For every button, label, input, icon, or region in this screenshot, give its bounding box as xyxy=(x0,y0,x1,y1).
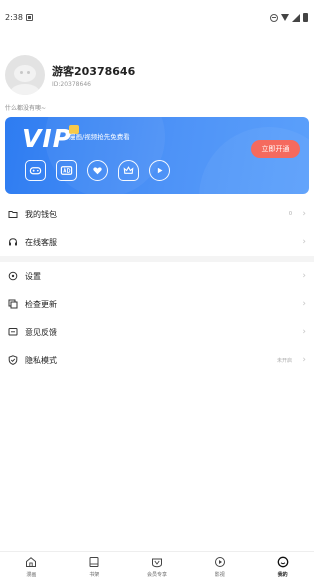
menu-item-support[interactable]: 在线客服 › xyxy=(0,228,314,256)
tab-vip-exclusive[interactable]: 会员专享 xyxy=(126,552,189,583)
settings-label: 设置 xyxy=(25,271,41,281)
battery-icon xyxy=(303,13,308,22)
chevron-right-icon: › xyxy=(302,271,306,281)
wallet-label: 我的钱包 xyxy=(25,209,57,219)
vip-open-button[interactable]: 立即开通 xyxy=(251,140,300,158)
notification-icon xyxy=(26,14,33,21)
menu-item-feedback[interactable]: 意见反馈 › xyxy=(0,318,314,346)
vip-description: 漫画/视频抢先免费看 xyxy=(69,133,130,141)
menu-group-settings: 设置 › 检查更新 › 意见反馈 › 隐私模式 未开启 › xyxy=(0,262,314,374)
privacy-mode-status: 未开启 xyxy=(276,357,292,364)
profile-icon xyxy=(277,556,289,568)
tab-comics[interactable]: 漫画 xyxy=(0,552,63,583)
privacy-mode-label: 隐私模式 xyxy=(25,355,57,365)
headset-icon xyxy=(8,237,18,247)
video-icon xyxy=(214,556,226,568)
chevron-right-icon: › xyxy=(302,209,306,219)
user-signature: 什么都没有噢~ xyxy=(5,105,47,112)
heart-icon xyxy=(87,160,108,181)
chevron-right-icon: › xyxy=(302,237,306,247)
do-not-disturb-icon xyxy=(270,13,278,22)
tab-label: 我的 xyxy=(277,572,288,578)
feedback-label: 意见反馈 xyxy=(25,327,57,337)
profile-header[interactable]: 游客20378646 ID:20378646 xyxy=(5,55,309,95)
crown-icon xyxy=(118,160,139,181)
ad-free-icon xyxy=(56,160,77,181)
tab-label: 书架 xyxy=(89,572,100,578)
gamepad-icon xyxy=(25,160,46,181)
wallet-icon xyxy=(8,209,18,219)
status-time: 2:38 xyxy=(5,13,23,22)
wifi-icon xyxy=(281,14,289,21)
support-label: 在线客服 xyxy=(25,237,57,247)
chevron-right-icon: › xyxy=(302,327,306,337)
signal-icon xyxy=(292,13,300,22)
menu-group-account: 我的钱包 0 › 在线客服 › xyxy=(0,200,314,256)
settings-icon xyxy=(8,271,18,281)
vip-logo: VIP xyxy=(22,124,72,153)
play-icon xyxy=(149,160,170,181)
tab-label: 会员专享 xyxy=(146,572,167,578)
tab-video[interactable]: 影视 xyxy=(188,552,251,583)
menu-item-settings[interactable]: 设置 › xyxy=(0,262,314,290)
menu-item-wallet[interactable]: 我的钱包 0 › xyxy=(0,200,314,228)
menu-item-check-update[interactable]: 检查更新 › xyxy=(0,290,314,318)
chevron-right-icon: › xyxy=(302,299,306,309)
wallet-balance: 0 xyxy=(288,211,292,217)
check-update-label: 检查更新 xyxy=(25,299,57,309)
update-icon xyxy=(8,299,18,309)
vip-benefits xyxy=(25,160,170,181)
user-nickname: 游客20378646 xyxy=(52,65,136,78)
tab-label: 影视 xyxy=(214,572,225,578)
tab-label: 漫画 xyxy=(26,572,37,578)
bottom-tab-bar: 漫画 书架 会员专享 影视 我的 xyxy=(0,551,314,583)
shield-icon xyxy=(8,355,18,365)
home-icon xyxy=(25,556,37,568)
chevron-right-icon: › xyxy=(302,355,306,365)
user-id: ID:20378646 xyxy=(52,81,91,88)
book-icon xyxy=(88,556,100,568)
status-icons xyxy=(270,13,308,22)
vip-card[interactable]: VIP 漫画/视频抢先免费看 立即开通 xyxy=(5,117,309,194)
status-bar: 2:38 xyxy=(0,0,314,38)
vip-icon xyxy=(151,556,163,568)
tab-bookshelf[interactable]: 书架 xyxy=(63,552,126,583)
avatar[interactable] xyxy=(5,55,45,95)
feedback-icon xyxy=(8,327,18,337)
tab-profile[interactable]: 我的 xyxy=(251,552,314,583)
menu-item-privacy-mode[interactable]: 隐私模式 未开启 › xyxy=(0,346,314,374)
